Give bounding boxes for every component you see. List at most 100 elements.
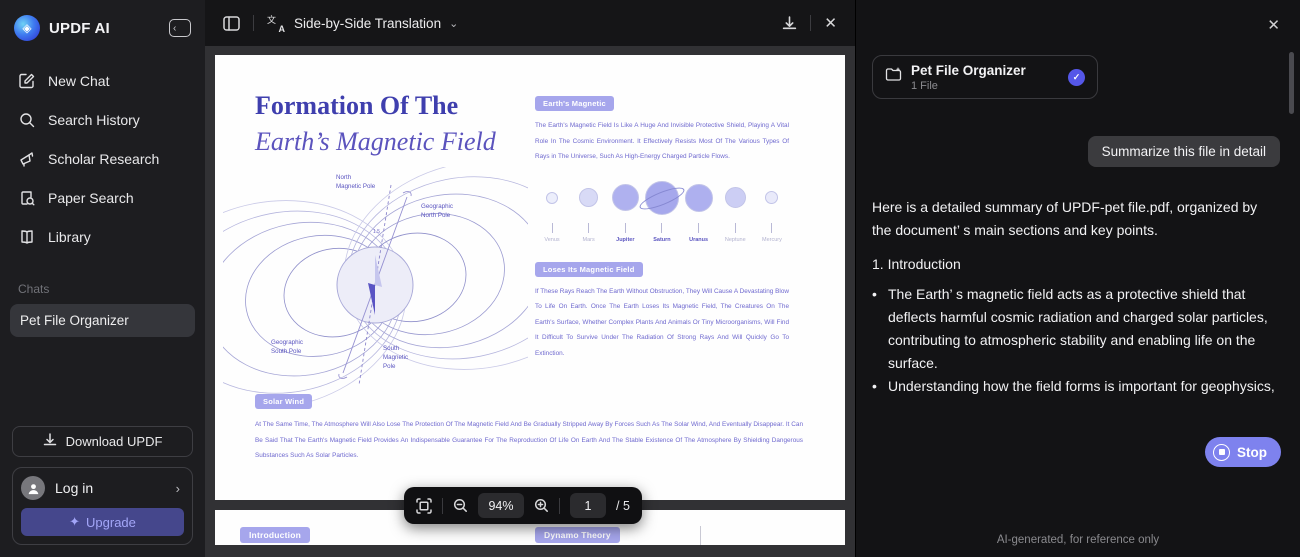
sparkle-icon: ✦ [69,514,81,529]
download-icon [43,433,57,450]
sidebar-item-library[interactable]: Library [0,217,205,256]
sidebar-collapse-icon[interactable]: ‹ [169,19,191,37]
diagram-label: Pole [383,363,396,370]
stop-button[interactable]: Stop [1205,437,1281,467]
sidebar-item-paper-search[interactable]: Paper Search [0,178,205,217]
diagram-label: Magnetic Pole [336,183,376,190]
scholar-research-icon [18,150,35,167]
page-count-label: / 5 [616,498,630,513]
login-label: Log in [55,480,94,496]
nav-label: New Chat [48,72,110,89]
pdf-bottom-block: Solar Wind At The Same Time, The Atmosph… [255,391,803,464]
current-page-input[interactable]: 1 [570,493,606,518]
diagram-angle-label: 1.5 [373,229,380,235]
upgrade-label: Upgrade [86,514,136,530]
pdf-paragraph: The Earth's Magnetic Field Is Like A Hug… [535,122,789,160]
fit-page-icon[interactable] [416,497,432,514]
ai-bullet-text: The Earth’ s magnetic field acts as a pr… [888,286,1268,371]
planet-neptune: Neptune [718,179,752,243]
sidebar-item-search-history[interactable]: Search History [0,100,205,139]
viewer-header: 文A Side-by-Side Translation ⌄ ✕ [205,0,855,46]
login-row[interactable]: Log in › [21,476,184,500]
planet-mars: Mars [572,179,606,243]
file-card-title: Pet File Organizer [911,62,1026,78]
planet-label: Mercury [762,236,782,243]
ai-message: Here is a detailed summary of UPDF-pet f… [872,196,1276,398]
pdf-page-1: Formation Of The Earth’s Magnetic Field [215,55,845,500]
nav-label: Library [48,228,91,245]
download-file-icon[interactable] [782,15,797,31]
ai-bullet-item: • The Earth’ s magnetic field acts as a … [872,283,1276,375]
header-divider [253,15,254,31]
download-updf-button[interactable]: Download UPDF [12,426,193,457]
bullet-marker: • [872,286,877,302]
section-badge: Dynamo Theory [535,527,620,543]
sidebar-chat-item-pet-file-organizer[interactable]: Pet File Organizer [10,304,195,337]
planet-mercury: Mercury [755,179,789,243]
search-icon [18,111,35,128]
diagram-label: Magnetic [383,354,408,361]
header-divider [810,15,812,31]
planet-label: Venus [544,236,560,243]
diagram-label: Geographic [271,339,303,346]
sidebar-item-new-chat[interactable]: New Chat [0,61,205,100]
sidebar: ◈ UPDF AI ‹ New Chat Search History Scho… [0,0,205,557]
chevron-down-icon[interactable]: ⌄ [449,17,458,30]
pdf-paragraph: At The Same Time, The Atmosphere Will Al… [255,421,803,459]
chevron-right-icon: › [175,480,180,496]
pdf-title-line2: Earth’s Magnetic Field [255,127,496,156]
zoom-level-value[interactable]: 94% [478,493,524,518]
toolbar-divider [559,497,560,514]
download-updf-label: Download UPDF [65,434,163,449]
zoom-in-icon[interactable] [534,498,549,513]
file-card[interactable]: Pet File Organizer 1 File ✓ [872,55,1098,99]
folder-icon [885,67,902,87]
planet-saturn: Saturn [637,179,687,243]
close-chat-icon[interactable]: ✕ [1267,16,1280,34]
sidebar-nav: New Chat Search History Scholar Research… [0,61,205,256]
upgrade-button[interactable]: ✦ Upgrade [21,508,184,536]
stop-icon [1213,443,1230,461]
planet-label: Neptune [724,236,746,243]
toolbar-divider [442,497,443,514]
pdf-viewer-panel: 文A Side-by-Side Translation ⌄ ✕ Formatio… [205,0,855,557]
updf-logo-icon: ◈ [14,15,40,41]
section-badge: Solar Wind [255,394,313,409]
nav-label: Scholar Research [48,150,160,167]
close-viewer-icon[interactable]: ✕ [824,14,837,32]
viewer-mode-title[interactable]: Side-by-Side Translation [294,16,441,31]
diagram-label: North Pole [421,212,451,219]
file-card-subtitle: 1 File [911,79,938,92]
nav-label: Paper Search [48,189,134,206]
chat-scrollbar[interactable] [1289,52,1294,114]
ai-bullet-list: • The Earth’ s magnetic field acts as a … [872,283,1276,398]
ai-section-title: 1. Introduction [872,256,961,272]
planet-venus: Venus [535,179,569,243]
paper-search-icon [18,189,35,206]
section-badge: Introduction [240,527,310,543]
ai-disclaimer: AI-generated, for reference only [996,534,1160,546]
app-title: UPDF AI [49,19,110,37]
chats-section-label: Chats [18,282,50,296]
planet-label: Jupiter [616,236,635,243]
section-badge: Loses Its Magnetic Field [535,261,643,277]
diagram-label: South [383,345,400,352]
ai-intro-text: Here is a detailed summary of UPDF-pet f… [872,199,1258,238]
planets-row: Venus Mars Jupiter Saturn Uranus Neptune… [535,179,789,243]
viewer-body: Formation Of The Earth’s Magnetic Field [205,46,855,557]
viewer-toolbar: 94% 1 / 5 [404,487,642,524]
page2-column-divider [700,526,701,545]
zoom-out-icon[interactable] [453,498,468,513]
file-card-text: Pet File Organizer 1 File [911,63,1026,92]
ai-bullet-item: • Understanding how the field forms is i… [872,375,1276,398]
section-badge: Earth's Magnetic [535,96,614,111]
planet-jupiter: Jupiter [608,179,642,243]
app-root: ◈ UPDF AI ‹ New Chat Search History Scho… [0,0,1300,557]
sidebar-item-scholar-research[interactable]: Scholar Research [0,139,205,178]
planet-label: Mars [582,236,595,243]
ai-chat-panel: ✕ Pet File Organizer 1 File ✓ Summarize … [855,0,1300,557]
stop-label: Stop [1237,444,1267,460]
panel-toggle-icon[interactable] [223,15,240,31]
magnetic-field-diagram: North Magnetic Pole Geographic North Pol… [223,167,528,402]
